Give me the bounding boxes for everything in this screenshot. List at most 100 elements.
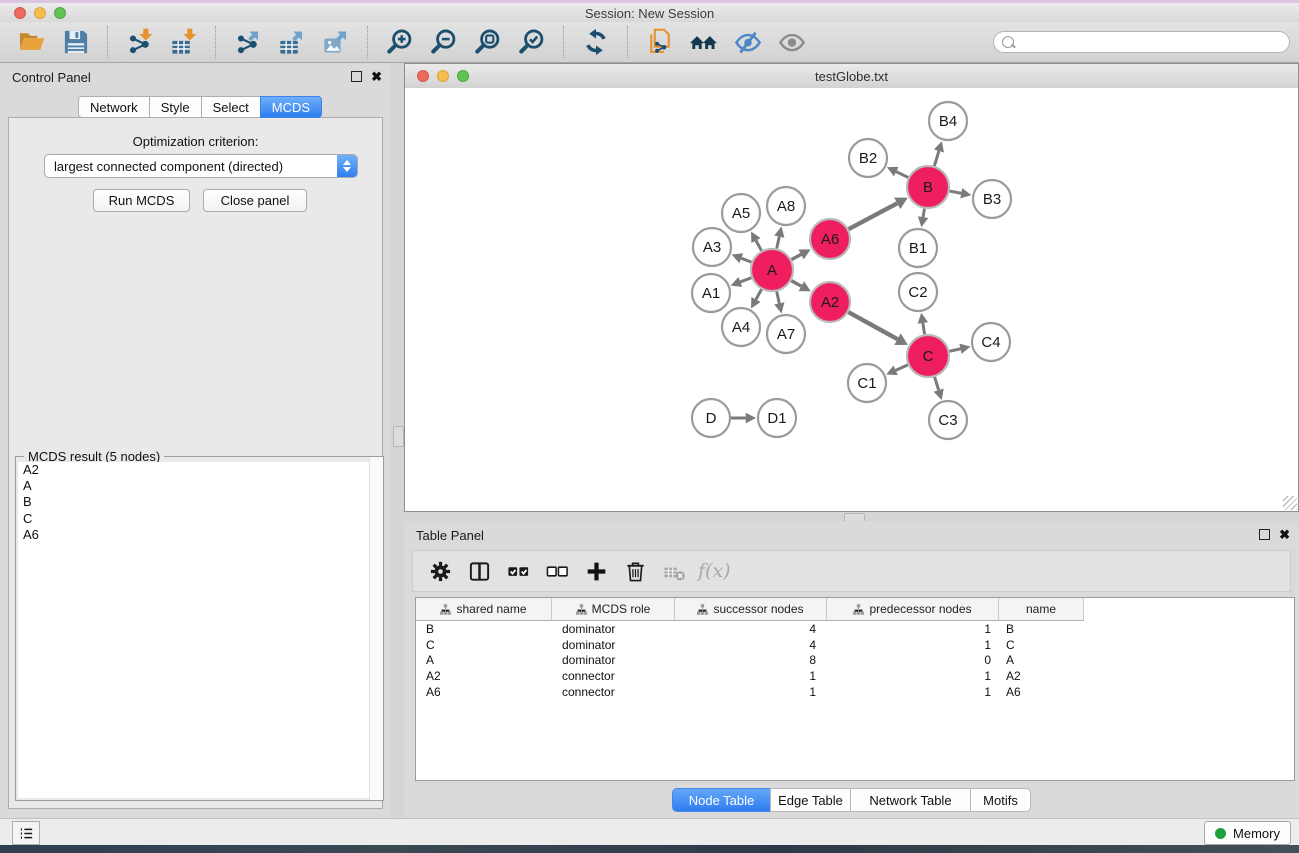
- checked-boxes-button[interactable]: [506, 558, 532, 584]
- eye-icon: [778, 28, 806, 56]
- close-panel-icon[interactable]: ✖: [371, 71, 382, 82]
- tab-select[interactable]: Select: [201, 96, 261, 118]
- copy-network-button[interactable]: [645, 27, 675, 57]
- eye-slash-button[interactable]: [733, 27, 763, 57]
- graph-edge[interactable]: [756, 240, 762, 250]
- unchecked-boxes-button[interactable]: [545, 558, 571, 584]
- graph-edge[interactable]: [741, 258, 751, 262]
- network-window-titlebar[interactable]: testGlobe.txt: [405, 64, 1298, 89]
- select-stepper-icon: [337, 155, 357, 177]
- network-graph[interactable]: B4B2BB3A8A5A6A3B1AA1C2A2A4A7C4CC1C3DD1: [405, 88, 1298, 511]
- table-cell: B: [416, 622, 552, 636]
- tab-style[interactable]: Style: [149, 96, 202, 118]
- list-scrollbar[interactable]: [369, 457, 383, 800]
- float-panel-icon[interactable]: [351, 71, 362, 82]
- window-resize-grip[interactable]: [1283, 496, 1297, 510]
- double-home-button[interactable]: [689, 27, 719, 57]
- zoom-fit-button[interactable]: [473, 27, 503, 57]
- tab-edge-table[interactable]: Edge Table: [770, 788, 851, 812]
- graph-edge[interactable]: [791, 281, 801, 287]
- mcds-result-item[interactable]: A2: [18, 462, 381, 478]
- float-panel-icon[interactable]: [1259, 529, 1270, 540]
- export-table-button[interactable]: [277, 27, 307, 57]
- criterion-select[interactable]: largest connected component (directed): [44, 154, 358, 178]
- zoom-selected-button[interactable]: [517, 27, 547, 57]
- eye-button[interactable]: [777, 27, 807, 57]
- graph-node-label: A7: [777, 326, 795, 343]
- menu-list-button[interactable]: [12, 821, 40, 845]
- tab-network-table[interactable]: Network Table: [850, 788, 971, 812]
- mcds-tab-content: Optimization criterion: largest connecte…: [8, 117, 383, 809]
- graph-node-label: C3: [938, 412, 957, 429]
- save-floppy-button[interactable]: [61, 27, 91, 57]
- import-network-button[interactable]: [125, 27, 155, 57]
- mcds-result-item[interactable]: B: [18, 494, 381, 510]
- graph-edge[interactable]: [923, 323, 925, 334]
- table-row[interactable]: Adominator80A: [416, 653, 1294, 669]
- zoom-out-button[interactable]: [429, 27, 459, 57]
- graph-edge[interactable]: [777, 237, 780, 249]
- zoom-in-button[interactable]: [385, 27, 415, 57]
- graph-edge[interactable]: [923, 209, 924, 217]
- column-header-MCDS-role[interactable]: MCDS role: [552, 598, 675, 621]
- tab-network[interactable]: Network: [78, 96, 150, 118]
- graph-edge[interactable]: [777, 291, 780, 303]
- import-table-button[interactable]: [169, 27, 199, 57]
- export-image-button[interactable]: [321, 27, 351, 57]
- refresh-button[interactable]: [581, 27, 611, 57]
- tree-icon: [440, 604, 451, 615]
- table-row[interactable]: Bdominator41B: [416, 621, 1294, 637]
- graph-edge[interactable]: [896, 172, 908, 178]
- close-panel-button[interactable]: Close panel: [203, 189, 307, 212]
- graph-edge[interactable]: [934, 151, 939, 166]
- graph-node-label: A4: [732, 319, 750, 336]
- main-area: Control Panel ✖ NetworkStyleSelectMCDS O…: [0, 63, 1299, 818]
- gear-button[interactable]: [428, 558, 454, 584]
- network-canvas[interactable]: B4B2BB3A8A5A6A3B1AA1C2A2A4A7C4CC1C3DD1: [405, 88, 1298, 511]
- run-mcds-button[interactable]: Run MCDS: [93, 189, 190, 212]
- column-header-predecessor-nodes[interactable]: predecessor nodes: [827, 598, 999, 621]
- graph-edge[interactable]: [756, 289, 762, 299]
- panel-divider-horizontal[interactable]: [404, 512, 1299, 521]
- split-table-button[interactable]: [467, 558, 493, 584]
- divider-grip-icon[interactable]: [393, 426, 404, 447]
- search-input[interactable]: [1014, 35, 1289, 49]
- close-panel-icon[interactable]: ✖: [1279, 529, 1290, 540]
- graph-edge[interactable]: [949, 349, 960, 351]
- zoom-out-icon: [430, 28, 458, 56]
- graph-node-label: C: [923, 348, 934, 365]
- table-row[interactable]: A6connector11A6: [416, 684, 1294, 700]
- tab-node-table[interactable]: Node Table: [672, 788, 771, 812]
- column-header-name[interactable]: name: [999, 598, 1084, 621]
- trash-button[interactable]: [623, 558, 649, 584]
- column-header-successor-nodes[interactable]: successor nodes: [675, 598, 827, 621]
- graph-edge[interactable]: [740, 278, 751, 282]
- open-folder-button[interactable]: [17, 27, 47, 57]
- graph-edge[interactable]: [935, 377, 939, 390]
- panel-divider-vertical[interactable]: [391, 63, 404, 818]
- graph-edge[interactable]: [896, 365, 908, 370]
- graph-edge[interactable]: [950, 191, 962, 193]
- table-row[interactable]: Cdominator41C: [416, 637, 1294, 653]
- graph-node-label: B: [923, 179, 933, 196]
- column-header-shared-name[interactable]: shared name: [416, 598, 552, 621]
- edge-arrow-icon: [774, 302, 784, 313]
- graph-edge[interactable]: [791, 254, 801, 259]
- mcds-result-item[interactable]: A6: [18, 527, 381, 543]
- mcds-result-item[interactable]: C: [18, 511, 381, 527]
- table-delete-button[interactable]: [662, 558, 688, 584]
- memory-button[interactable]: Memory: [1204, 821, 1291, 845]
- graph-edge[interactable]: [848, 312, 897, 339]
- mcds-result-group: MCDS result (5 nodes) A2ABCA6: [15, 456, 384, 801]
- export-network-button[interactable]: [233, 27, 263, 57]
- save-floppy-icon: [62, 28, 90, 56]
- table-row[interactable]: A2connector11A2: [416, 668, 1294, 684]
- open-folder-icon: [18, 28, 46, 56]
- function-builder-button[interactable]: f(x): [698, 560, 731, 582]
- plus-button[interactable]: [584, 558, 610, 584]
- tab-mcds[interactable]: MCDS: [260, 96, 322, 118]
- tab-motifs[interactable]: Motifs: [970, 788, 1031, 812]
- mcds-result-item[interactable]: A: [18, 478, 381, 494]
- search-box[interactable]: [993, 31, 1290, 53]
- graph-edge[interactable]: [849, 203, 898, 229]
